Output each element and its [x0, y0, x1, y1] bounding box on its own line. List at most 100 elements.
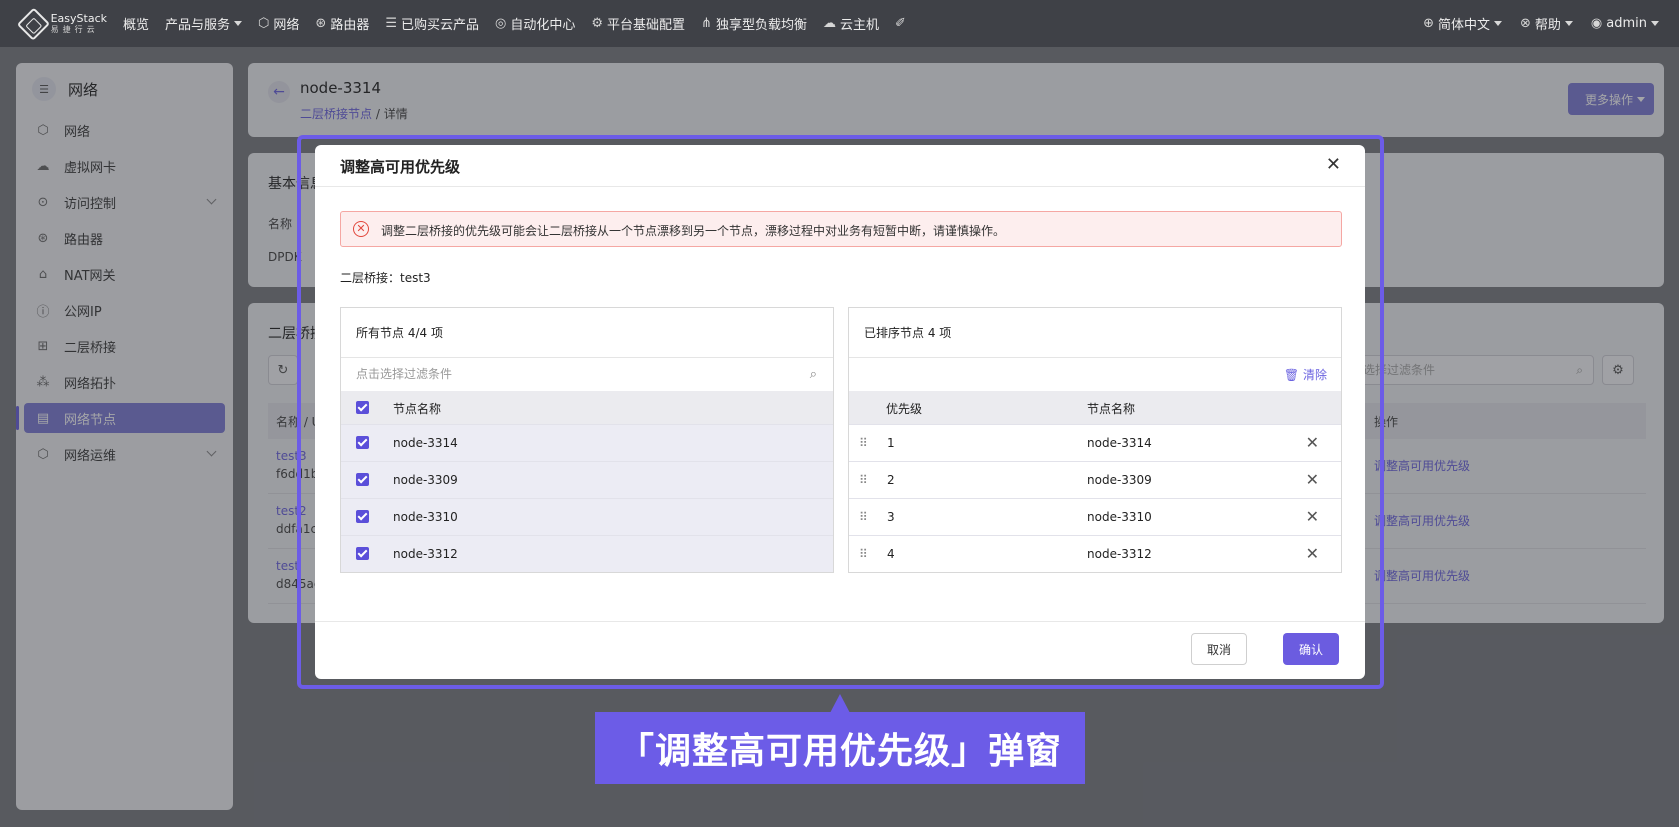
node-name: node-3309 — [393, 473, 458, 487]
caret-down-icon — [1651, 21, 1659, 26]
node-name: node-3312 — [1087, 547, 1152, 561]
drag-handle-icon[interactable]: ⠿ — [859, 436, 868, 450]
node-name: node-3314 — [1087, 436, 1152, 450]
node-name: node-3310 — [393, 510, 458, 524]
drag-handle-icon[interactable]: ⠿ — [859, 510, 868, 524]
list-icon: ☰ — [385, 16, 397, 31]
clear-label: 清除 — [1302, 368, 1327, 382]
logo-subtext: 易捷行云 — [50, 25, 99, 34]
modal-footer: 取消 确认 — [315, 621, 1365, 679]
network-icon: ⬡ — [258, 16, 270, 31]
nav-router[interactable]: ⊛ 路由器 — [315, 14, 369, 33]
pin-button[interactable]: ✐ — [895, 16, 910, 31]
list-item[interactable]: node-3310 — [341, 498, 833, 535]
language-label: 简体中文 — [1437, 18, 1490, 33]
list-item: ⠿ 4 node-3312 ✕ — [849, 535, 1341, 572]
nav-platform-config[interactable]: ⚙ 平台基础配置 — [591, 14, 685, 33]
close-button[interactable]: ✕ — [1326, 154, 1341, 175]
filter-input[interactable]: 点击选择过滤条件 ⌕ — [341, 358, 833, 391]
nav-label: 产品与服务 — [165, 18, 231, 33]
remove-icon[interactable]: ✕ — [1306, 507, 1319, 526]
nav-label: 自动化中心 — [510, 18, 576, 33]
node-checkbox[interactable] — [356, 510, 369, 523]
node-checkbox[interactable] — [356, 473, 369, 486]
panel-table-header: 优先级 节点名称 — [849, 391, 1341, 424]
nav-overview[interactable]: 概览 — [123, 14, 149, 33]
nav-label: 概览 — [123, 18, 150, 33]
list-item: ⠿ 2 node-3309 ✕ — [849, 461, 1341, 498]
modal-title: 调整高可用优先级 — [340, 158, 461, 176]
nav-label: 路由器 — [330, 18, 370, 33]
node-checkbox[interactable] — [356, 547, 369, 560]
column-header-priority: 优先级 — [886, 402, 923, 416]
nav-label: 云主机 — [839, 18, 879, 33]
automation-icon: ◎ — [495, 16, 507, 31]
list-item: ⠿ 3 node-3310 ✕ — [849, 498, 1341, 535]
user-icon: ◉ — [1590, 16, 1603, 31]
all-nodes-panel: 所有节点 4/4 项 点击选择过滤条件 ⌕ 节点名称 node-3314 node… — [340, 307, 834, 573]
nav-load-balancer[interactable]: ⋔ 独享型负载均衡 — [701, 14, 807, 33]
priority-value: 4 — [887, 547, 895, 561]
cloud-host-icon: ☁ — [822, 16, 836, 31]
nav-automation[interactable]: ◎ 自动化中心 — [495, 14, 575, 33]
load-balancer-icon: ⋔ — [701, 16, 712, 31]
node-name: node-3312 — [393, 547, 458, 561]
help-label: 帮助 — [1534, 18, 1561, 33]
nav-cloud-host[interactable]: ☁ 云主机 — [823, 14, 879, 33]
cancel-button[interactable]: 取消 — [1191, 633, 1247, 665]
panel-table-header: 节点名称 — [341, 391, 833, 424]
nav-network[interactable]: ⬡ 网络 — [258, 14, 299, 33]
column-header-node-name: 节点名称 — [393, 402, 442, 416]
drag-handle-icon[interactable]: ⠿ — [859, 547, 868, 561]
filter-placeholder: 点击选择过滤条件 — [356, 367, 453, 381]
list-item[interactable]: node-3312 — [341, 535, 833, 572]
node-name: node-3314 — [393, 436, 458, 450]
modal-header: 调整高可用优先级 ✕ — [315, 145, 1365, 187]
list-item[interactable]: node-3314 — [341, 424, 833, 461]
top-nav: EasyStack 易捷行云 概览 产品与服务 ⬡ 网络 ⊛ 路由器 ☰ 已购买云产品… — [0, 0, 1679, 47]
sorted-nodes-panel: 已排序节点 4 项 🗑 清除 优先级 节点名称 ⠿ 1 node-3314 ✕ ⠿ 2 n… — [848, 307, 1342, 573]
caption-label: 「调整高可用优先级」弹窗 — [595, 712, 1085, 784]
remove-icon[interactable]: ✕ — [1306, 544, 1319, 563]
caption-pointer — [830, 694, 850, 713]
globe-icon: ⊕ — [1423, 16, 1434, 31]
alert-text: 调整二层桥接的优先级可能会让二层桥接从一个节点漂移到另一个节点，漂移过程中对业务… — [381, 224, 1006, 238]
logo[interactable]: EasyStack 易捷行云 — [16, 7, 107, 40]
help-icon: ⊗ — [1520, 16, 1531, 31]
remove-icon[interactable]: ✕ — [1306, 433, 1319, 452]
help-menu[interactable]: ⊗ 帮助 — [1520, 14, 1573, 33]
priority-value: 3 — [887, 510, 895, 524]
logo-icon — [16, 7, 50, 40]
clear-button[interactable]: 🗑 清除 — [1284, 366, 1327, 383]
confirm-button[interactable]: 确认 — [1283, 633, 1339, 665]
nav-label: 平台基础配置 — [607, 18, 686, 33]
drag-handle-icon[interactable]: ⠿ — [859, 473, 868, 487]
column-header-node-name: 节点名称 — [1087, 402, 1136, 416]
priority-modal: 调整高可用优先级 ✕ ✕ 调整二层桥接的优先级可能会让二层桥接从一个节点漂移到另… — [315, 145, 1365, 679]
caret-down-icon — [1564, 21, 1573, 26]
close-icon: ✕ — [1325, 154, 1341, 175]
pin-icon: ✐ — [894, 16, 906, 31]
error-icon: ✕ — [353, 221, 369, 237]
nav-label: 独享型负载均衡 — [715, 18, 807, 33]
nav-products[interactable]: 产品与服务 — [165, 14, 243, 33]
warning-alert: ✕ 调整二层桥接的优先级可能会让二层桥接从一个节点漂移到另一个节点，漂移过程中对… — [340, 211, 1342, 247]
priority-value: 2 — [887, 473, 895, 487]
priority-value: 1 — [887, 436, 895, 450]
list-item: ⠿ 1 node-3314 ✕ — [849, 424, 1341, 461]
nav-purchased[interactable]: ☰ 已购买云产品 — [385, 14, 479, 33]
bridge-label: 二层桥接：test3 — [340, 271, 431, 285]
remove-icon[interactable]: ✕ — [1306, 470, 1319, 489]
router-icon: ⊛ — [315, 16, 327, 31]
gear-icon: ⚙ — [591, 16, 604, 31]
search-icon: ⌕ — [809, 367, 817, 382]
user-menu[interactable]: ◉ admin — [1591, 16, 1659, 31]
node-checkbox[interactable] — [356, 436, 369, 449]
language-menu[interactable]: ⊕ 简体中文 — [1423, 14, 1502, 33]
trash-icon: 🗑 — [1283, 368, 1300, 382]
nav-label: 网络 — [273, 18, 300, 33]
list-item[interactable]: node-3309 — [341, 461, 833, 498]
select-all-checkbox[interactable] — [356, 401, 369, 414]
node-name: node-3309 — [1087, 473, 1152, 487]
node-name: node-3310 — [1087, 510, 1152, 524]
